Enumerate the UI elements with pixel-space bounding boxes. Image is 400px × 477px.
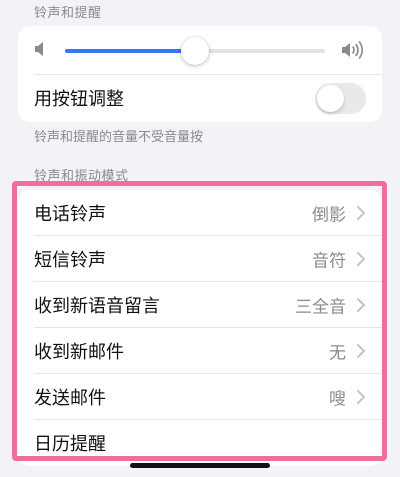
sound-row-value: 三全音 xyxy=(295,297,346,318)
chevron-right-icon xyxy=(357,252,365,266)
home-indicator[interactable] xyxy=(130,463,270,468)
section-header-sound-patterns: 铃声和振动模式 xyxy=(34,169,129,184)
sounds-settings-page: 铃声和提醒 用按钮调整 铃声和提醒的音量不受音量按 铃声和振动模式 电话铃声 倒… xyxy=(0,0,400,477)
chevron-right-icon xyxy=(357,390,365,404)
sound-row-value: 嗖 xyxy=(329,389,346,410)
divider xyxy=(34,74,382,75)
volume-slider[interactable] xyxy=(65,37,325,65)
sound-patterns-card: 电话铃声 倒影 短信铃声 音符 收到新语音留言 三全音 收到新邮件 无 发送邮件… xyxy=(18,190,382,466)
sound-row-sent-mail[interactable]: 发送邮件 嗖 xyxy=(18,374,382,420)
sound-row-label: 电话铃声 xyxy=(34,204,106,225)
volume-slider-row xyxy=(18,26,382,74)
sound-row-label: 日历提醒 xyxy=(34,434,106,455)
toggle-knob xyxy=(317,85,344,112)
sound-row-ringtone[interactable]: 电话铃声 倒影 xyxy=(18,190,382,236)
volume-slider-thumb[interactable] xyxy=(181,37,209,65)
sound-row-label: 发送邮件 xyxy=(34,388,106,409)
sound-row-new-voicemail[interactable]: 收到新语音留言 三全音 xyxy=(18,282,382,328)
chevron-right-icon xyxy=(357,344,365,358)
speaker-high-icon xyxy=(342,41,364,59)
change-with-buttons-label: 用按钮调整 xyxy=(34,89,124,110)
ringtone-footer-note: 铃声和提醒的音量不受音量按 xyxy=(34,130,204,145)
sound-row-calendar-alerts[interactable]: 日历提醒 xyxy=(18,420,382,466)
section-header-ringtone: 铃声和提醒 xyxy=(34,6,102,21)
speaker-low-icon xyxy=(35,42,43,56)
sound-row-label: 收到新语音留言 xyxy=(34,296,160,317)
sound-row-new-mail[interactable]: 收到新邮件 无 xyxy=(18,328,382,374)
sound-row-value: 倒影 xyxy=(312,205,346,226)
chevron-right-icon xyxy=(357,206,365,220)
sound-row-value: 无 xyxy=(329,343,346,364)
sound-row-label: 收到新邮件 xyxy=(34,342,124,363)
change-with-buttons-toggle[interactable] xyxy=(315,83,366,114)
volume-slider-fill xyxy=(65,49,195,53)
sound-row-label: 短信铃声 xyxy=(34,250,106,271)
change-with-buttons-row: 用按钮调整 xyxy=(18,74,382,122)
sound-row-text-tone[interactable]: 短信铃声 音符 xyxy=(18,236,382,282)
chevron-right-icon xyxy=(357,298,365,312)
volume-card: 用按钮调整 xyxy=(18,26,382,122)
sound-row-value: 音符 xyxy=(312,251,346,272)
